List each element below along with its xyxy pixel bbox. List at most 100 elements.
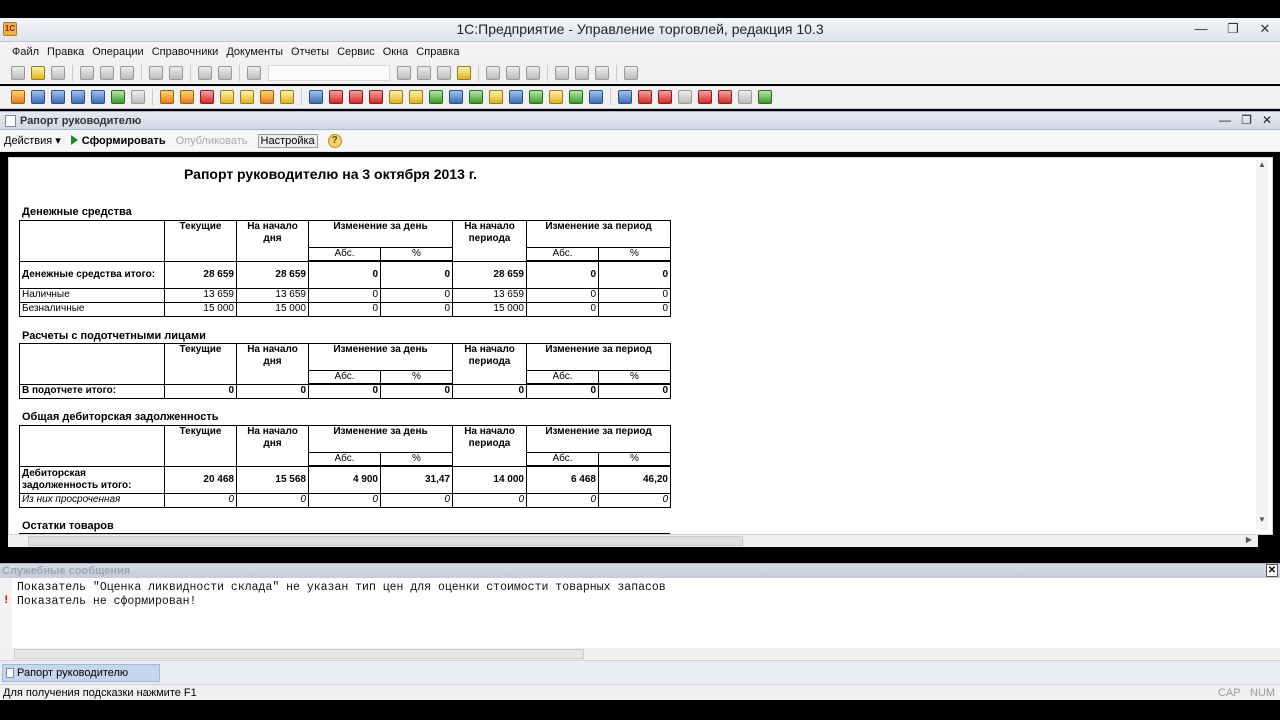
toolbar-icon-10[interactable] [200,90,214,104]
find-icon[interactable] [247,65,261,80]
find-next-icon[interactable] [397,65,411,80]
doc-minimize-icon[interactable]: — [1219,113,1231,127]
toolbar-icon-4[interactable] [71,90,85,104]
menu-catalogs[interactable]: Справочники [152,46,219,58]
toolbar-icon-1[interactable] [11,90,25,104]
cell: 0 [308,287,381,303]
menu-reports[interactable]: Отчеты [291,46,329,58]
menu-documents[interactable]: Документы [226,46,283,58]
message-line: Показатель "Оценка ликвидности склада" н… [17,581,666,594]
toolbar-icon-15[interactable] [309,90,323,104]
toolbar-icon-16[interactable] [329,90,343,104]
toolbar-icon-27[interactable] [549,90,563,104]
toolbar-icon-8[interactable] [160,90,174,104]
paste-icon[interactable] [120,65,134,80]
toolbar-icon-31[interactable] [638,90,652,104]
cell: 28 659 [236,260,309,289]
close-icon[interactable]: ✕ [1256,20,1274,38]
status-hint: Для получения подсказки нажмите F1 [3,687,197,699]
toolbar-icon-29[interactable] [589,90,603,104]
menu-help[interactable]: Справка [416,46,459,58]
col-abs: Абс. [526,370,599,385]
caps-indicator: CAP [1218,687,1241,699]
toolbar-icon-32[interactable] [658,90,672,104]
open-icon[interactable] [31,65,45,80]
toolbar-icon-33[interactable] [678,90,692,104]
new-icon[interactable] [11,65,25,80]
find-prev-icon[interactable] [417,65,431,80]
actions-menu-button[interactable]: Действия ▾ [4,134,61,147]
toolbar-icon-30[interactable] [618,90,632,104]
search-input[interactable] [268,64,390,81]
toolbar-icon-18[interactable] [369,90,383,104]
toolbar-icon-20[interactable] [409,90,423,104]
publish-button[interactable]: Опубликовать [176,135,248,147]
minimize-icon[interactable]: — [1192,20,1210,38]
memory-icon[interactable] [555,65,569,80]
toolbar-icon-3[interactable] [51,90,65,104]
menu-service[interactable]: Сервис [337,46,375,58]
scroll-right-icon[interactable]: ▶ [1246,535,1252,544]
report-vertical-scrollbar[interactable]: ▲ ▼ [1256,160,1268,530]
window-icon[interactable] [437,65,451,80]
toolbar-icon-19[interactable] [389,90,403,104]
help-icon[interactable]: ? [327,133,342,148]
toolbar-icon-24[interactable] [489,90,503,104]
table-icon[interactable] [526,65,540,80]
scroll-up-icon[interactable]: ▲ [1256,160,1268,172]
scroll-down-icon[interactable]: ▼ [1256,515,1268,527]
restore-icon[interactable]: ❐ [1224,20,1242,38]
cut-icon[interactable] [80,65,94,80]
calendar-icon[interactable] [506,65,520,80]
calc-icon[interactable] [486,65,500,80]
scroll-thumb[interactable] [14,649,584,659]
memory-plus-icon[interactable] [575,65,589,80]
toolbar-icon-13[interactable] [260,90,274,104]
cell: 14 000 [452,465,527,494]
toolbar-icon-28[interactable] [569,90,583,104]
menu-file[interactable]: Файл [12,46,39,58]
toolbar-icon-36[interactable] [738,90,752,104]
row-label: Дебиторская задолженность итого: [19,465,165,494]
toolbar-icon-25[interactable] [509,90,523,104]
toolbar-icon-11[interactable] [220,90,234,104]
toolbar-icon-7[interactable] [131,90,145,104]
close-messages-icon[interactable]: ✕ [1266,564,1278,577]
undo-icon[interactable] [198,65,212,80]
print-icon[interactable] [149,65,163,80]
copy-icon[interactable] [100,65,114,80]
scroll-thumb[interactable] [28,536,743,546]
toolbar-icon-2[interactable] [31,90,45,104]
redo-icon[interactable] [218,65,232,80]
toolbar-icon-6[interactable] [111,90,125,104]
doc-close-icon[interactable]: ✕ [1262,113,1272,127]
preview-icon[interactable] [169,65,183,80]
toolbar-icon-26[interactable] [529,90,543,104]
info-icon[interactable] [457,65,471,80]
toolbar-icon-35[interactable] [718,90,732,104]
tools-icon[interactable] [624,65,638,80]
toolbar-icon-23[interactable] [469,90,483,104]
taskbar-item-report[interactable]: Рапорт руководителю [2,664,160,682]
menu-operations[interactable]: Операции [92,46,143,58]
memory-minus-icon[interactable] [595,65,609,80]
cell: 0 [380,260,453,289]
toolbar-icon-5[interactable] [91,90,105,104]
menu-windows[interactable]: Окна [383,46,409,58]
toolbar-icon-22[interactable] [449,90,463,104]
toolbar-icon-21[interactable] [429,90,443,104]
cell: 28 659 [452,260,527,289]
settings-button[interactable]: Настройка [257,133,318,148]
menu-edit[interactable]: Правка [47,46,84,58]
toolbar-icon-37[interactable] [758,90,772,104]
generate-button[interactable]: Сформировать [70,134,166,147]
report-horizontal-scrollbar[interactable]: ▶ [8,535,1258,547]
toolbar-icon-9[interactable] [180,90,194,104]
toolbar-icon-34[interactable] [698,90,712,104]
messages-horizontal-scrollbar[interactable] [0,648,1280,660]
toolbar-icon-14[interactable] [280,90,294,104]
doc-restore-icon[interactable]: ❐ [1241,113,1252,127]
toolbar-icon-17[interactable] [349,90,363,104]
save-icon[interactable] [51,65,65,80]
toolbar-icon-12[interactable] [240,90,254,104]
